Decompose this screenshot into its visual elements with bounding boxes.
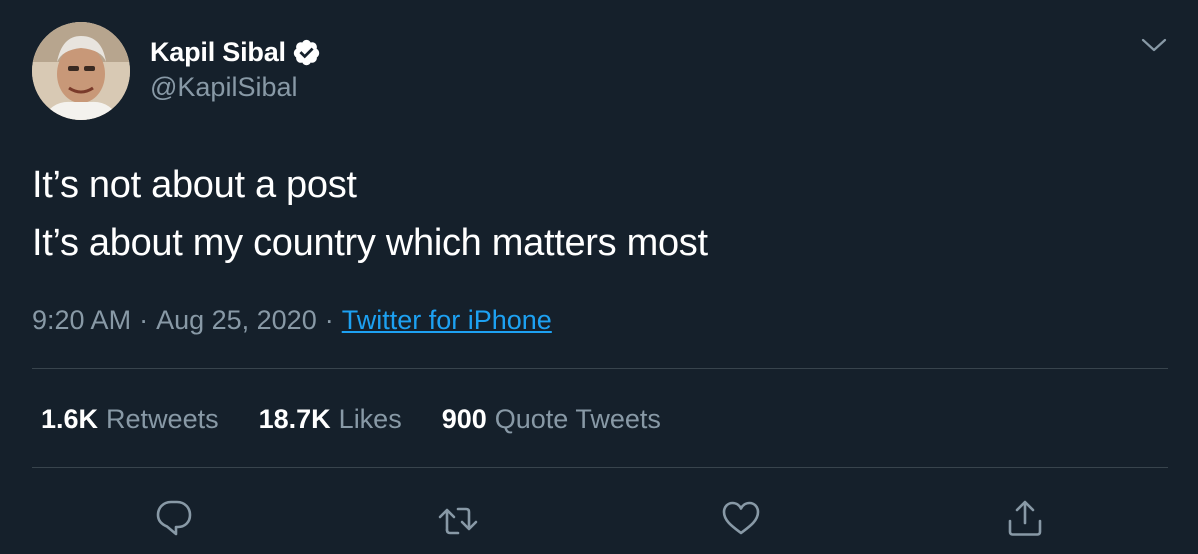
quote-tweets-count: 900 <box>441 404 487 434</box>
likes-label: Likes <box>338 404 402 434</box>
retweets-stat[interactable]: 1.6K Retweets <box>41 398 219 440</box>
share-icon <box>1008 500 1042 536</box>
retweet-icon <box>438 507 478 535</box>
user-handle[interactable]: @KapilSibal <box>150 72 298 103</box>
divider <box>32 467 1168 468</box>
divider <box>32 368 1168 369</box>
likes-stat[interactable]: 18.7K Likes <box>259 398 402 440</box>
meta-separator: · <box>139 305 149 335</box>
display-name[interactable]: Kapil Sibal <box>150 37 286 68</box>
likes-count: 18.7K <box>258 404 331 434</box>
retweets-label: Retweets <box>106 404 219 434</box>
quote-tweets-label: Quote Tweets <box>494 404 661 434</box>
share-button[interactable] <box>1005 497 1045 539</box>
more-options-chevron-down-icon[interactable] <box>1140 34 1168 56</box>
heart-icon <box>722 501 760 535</box>
reply-icon <box>156 500 192 536</box>
tweet-text-line: It’s not about a post <box>32 164 357 206</box>
quote-tweets-stat[interactable]: 900 Quote Tweets <box>442 398 661 440</box>
tweet-meta: 9:20 AM · Aug 25, 2020 · Twitter for iPhone <box>32 300 552 340</box>
avatar[interactable] <box>32 22 130 120</box>
tweet-stats: 1.6K Retweets 18.7K Likes 900 Quote Tweets <box>41 398 701 440</box>
like-button[interactable] <box>721 497 761 539</box>
meta-separator: · <box>324 305 334 335</box>
tweet-card: Kapil Sibal @KapilSibal It’s not about a… <box>0 0 1198 554</box>
retweet-button[interactable] <box>438 497 478 539</box>
reply-button[interactable] <box>154 497 194 539</box>
retweets-count: 1.6K <box>41 404 99 434</box>
tweet-text-line: It’s about my country which matters most <box>32 222 708 264</box>
tweet-text: It’s not about a post It’s about my coun… <box>32 156 708 272</box>
tweet-date[interactable]: Aug 25, 2020 <box>156 305 317 335</box>
tweet-source-link[interactable]: Twitter for iPhone <box>342 305 552 335</box>
author-name-row[interactable]: Kapil Sibal <box>150 34 321 70</box>
avatar-photo <box>32 22 130 120</box>
verified-badge-icon <box>292 38 321 67</box>
tweet-time[interactable]: 9:20 AM <box>32 305 131 335</box>
